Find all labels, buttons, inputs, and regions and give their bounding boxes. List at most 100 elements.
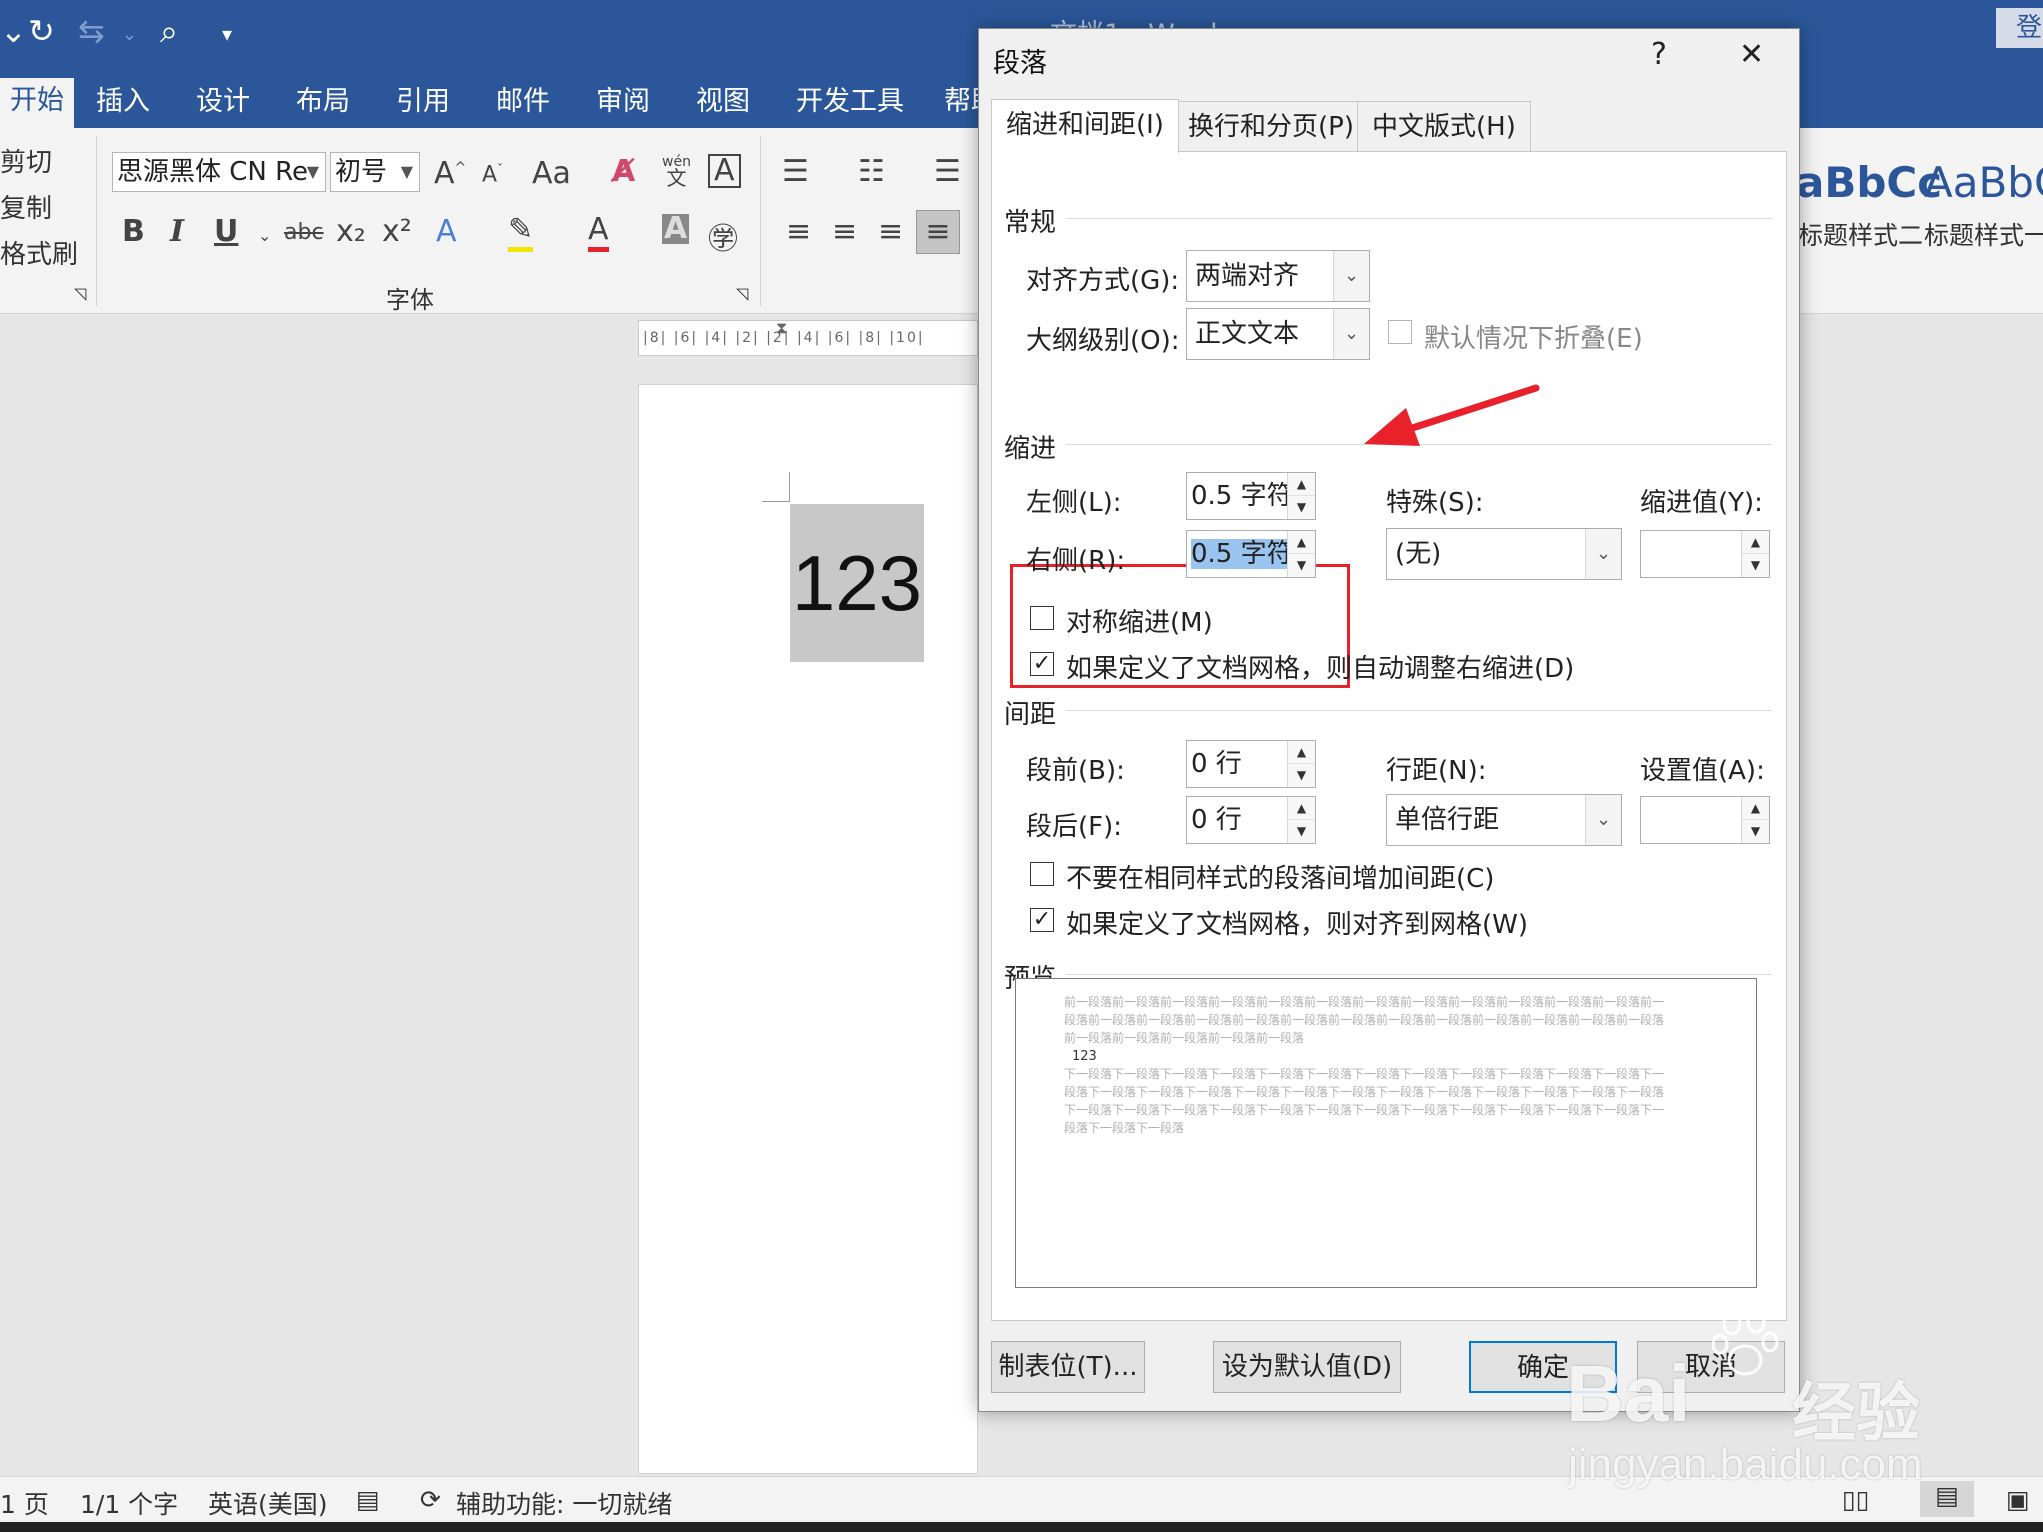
help-button[interactable]: ?: [1651, 37, 1667, 72]
snap-to-grid-checkbox[interactable]: ✓: [1030, 908, 1054, 932]
italic-button[interactable]: I: [170, 214, 184, 249]
tab-home[interactable]: 开始: [0, 78, 74, 128]
tab-design[interactable]: 设计: [196, 82, 250, 122]
font-size-combo[interactable]: 初号 ▼: [330, 152, 420, 192]
customize-qat-icon[interactable]: ▾: [222, 22, 232, 46]
superscript-button[interactable]: x²: [382, 214, 412, 249]
spin-up-icon[interactable]: ▲: [1287, 473, 1315, 496]
underline-button[interactable]: U: [214, 214, 238, 249]
accessibility-icon[interactable]: ⟳: [420, 1485, 441, 1514]
paragraph-dialog: 段落 ? ✕ 缩进和间距(I) 换行和分页(P) 中文版式(H) 常规 对齐方式…: [978, 28, 1800, 1412]
grow-font-icon[interactable]: A^: [434, 156, 466, 191]
touch-mode-icon[interactable]: ⇆: [78, 12, 105, 50]
collapse-label: 默认情况下折叠(E): [1424, 324, 1643, 354]
print-preview-icon[interactable]: ⌕: [160, 12, 178, 51]
character-border-button[interactable]: A: [708, 154, 741, 188]
right-indent-spinner[interactable]: 0.5 字符 ▲ ▼: [1186, 530, 1316, 578]
set-default-button[interactable]: 设为默认值(D): [1213, 1341, 1401, 1393]
word-count[interactable]: 1/1 个字: [80, 1485, 178, 1521]
spin-up-icon[interactable]: ▲: [1287, 797, 1315, 820]
alignment-dropdown[interactable]: 两端对齐 ⌄: [1186, 250, 1370, 302]
qat-dropdown-icon[interactable]: ⌄: [0, 12, 27, 50]
align-left-icon[interactable]: ≡: [786, 214, 811, 249]
general-header: 常规: [1004, 208, 1057, 238]
language[interactable]: 英语(美国): [208, 1485, 328, 1521]
spin-up-icon[interactable]: ▲: [1287, 531, 1315, 554]
font-name-combo[interactable]: 思源黑体 CN Re ▼: [112, 152, 326, 192]
subscript-button[interactable]: x₂: [336, 214, 366, 249]
align-right-icon[interactable]: ≡: [878, 214, 903, 249]
strikethrough-button[interactable]: abc: [284, 220, 324, 245]
copy-button[interactable]: 复制: [0, 188, 52, 225]
line-spacing-dropdown[interactable]: 单倍行距 ⌄: [1386, 794, 1622, 846]
phonetic-guide-icon[interactable]: wén 文: [662, 154, 691, 189]
arrow-shaft: [1396, 384, 1540, 436]
touch-mode-dropdown-icon[interactable]: ⌄: [122, 24, 137, 45]
change-case-button[interactable]: Aa: [532, 156, 571, 191]
spin-down-icon[interactable]: ▼: [1287, 554, 1315, 577]
font-color-icon[interactable]: A: [588, 212, 609, 252]
multilevel-list-icon[interactable]: ☰: [934, 154, 961, 189]
outline-level-dropdown[interactable]: 正文文本 ⌄: [1186, 308, 1370, 360]
space-after-spinner[interactable]: 0 行 ▲ ▼: [1186, 796, 1316, 844]
bullets-icon[interactable]: ☰: [782, 154, 809, 189]
format-painter-button[interactable]: 格式刷: [0, 234, 78, 271]
spin-up-icon[interactable]: ▲: [1287, 741, 1315, 764]
cut-button[interactable]: 剪切: [0, 142, 52, 179]
tab-mailings[interactable]: 邮件: [496, 82, 550, 122]
close-button[interactable]: ✕: [1739, 37, 1764, 72]
indent-marker-icon[interactable]: ⧗: [776, 318, 787, 338]
spin-down-icon[interactable]: ▼: [1287, 764, 1315, 787]
style-preview-heading1[interactable]: AaBbC: [1924, 158, 2043, 207]
collapse-checkbox[interactable]: [1388, 320, 1412, 344]
space-before-spinner[interactable]: 0 行 ▲ ▼: [1186, 740, 1316, 788]
sign-in-button[interactable]: 登录: [1996, 8, 2043, 83]
redo-icon[interactable]: ↻: [28, 12, 55, 50]
tab-developer[interactable]: 开发工具: [796, 82, 904, 122]
horizontal-ruler[interactable]: |8| |6| |4| |2| |2| |4| |6| |8| |10|: [638, 320, 978, 356]
tab-view[interactable]: 视图: [696, 82, 750, 122]
mirror-indents-checkbox[interactable]: [1030, 606, 1054, 630]
spin-up-icon[interactable]: ▲: [1741, 531, 1769, 554]
clear-formatting-icon[interactable]: A̸: [612, 154, 635, 189]
indent-by-spinner[interactable]: ▲ ▼: [1640, 530, 1770, 578]
tab-line-page-breaks[interactable]: 换行和分页(P): [1173, 101, 1369, 151]
left-indent-spinner[interactable]: 0.5 字符 ▲ ▼: [1186, 472, 1316, 520]
style-preview-heading2[interactable]: aBbCc: [1796, 158, 1942, 207]
spin-up-icon[interactable]: ▲: [1741, 797, 1769, 820]
numbering-icon[interactable]: ☷: [858, 154, 885, 189]
special-indent-dropdown[interactable]: (无) ⌄: [1386, 528, 1622, 580]
tab-indents-spacing[interactable]: 缩进和间距(I): [991, 99, 1179, 153]
tab-references[interactable]: 引用: [396, 82, 450, 122]
spin-down-icon[interactable]: ▼: [1741, 554, 1769, 577]
tab-layout[interactable]: 布局: [296, 82, 350, 122]
font-launcher-icon[interactable]: ◹: [736, 284, 748, 303]
tab-review[interactable]: 审阅: [596, 82, 650, 122]
outline-level-value: 正文文本: [1195, 319, 1300, 349]
chevron-down-icon[interactable]: ⌄: [258, 226, 271, 245]
highlight-color-icon[interactable]: ✎: [508, 212, 534, 252]
spacing-at-spinner[interactable]: ▲ ▼: [1640, 796, 1770, 844]
spin-down-icon[interactable]: ▼: [1287, 820, 1315, 843]
auto-right-indent-checkbox[interactable]: ✓: [1030, 652, 1054, 676]
tab-insert[interactable]: 插入: [96, 82, 150, 122]
enclose-characters-icon[interactable]: ㊫: [708, 214, 738, 258]
print-layout-icon[interactable]: ▤: [1920, 1481, 1974, 1517]
selected-text[interactable]: 123: [790, 504, 924, 662]
web-layout-icon[interactable]: ▣: [2006, 1485, 2030, 1514]
no-space-same-style-checkbox[interactable]: [1030, 862, 1054, 886]
align-center-icon[interactable]: ≡: [832, 214, 857, 249]
clipboard-launcher-icon[interactable]: ◹: [74, 284, 86, 303]
tabs-button[interactable]: 制表位(T)...: [991, 1341, 1145, 1393]
tab-asian-typography[interactable]: 中文版式(H): [1357, 101, 1531, 151]
justify-icon[interactable]: ≡: [916, 210, 960, 254]
character-shading-icon[interactable]: A: [662, 214, 690, 244]
shrink-font-icon[interactable]: Aˇ: [482, 162, 503, 187]
spin-down-icon[interactable]: ▼: [1741, 820, 1769, 843]
spin-down-icon[interactable]: ▼: [1287, 496, 1315, 519]
accessibility-status[interactable]: 辅助功能: 一切就绪: [456, 1485, 672, 1521]
text-effects-icon[interactable]: A: [436, 214, 457, 249]
page-count[interactable]: 1 页: [0, 1485, 49, 1521]
bold-button[interactable]: B: [122, 214, 145, 249]
track-changes-icon[interactable]: ▤: [356, 1485, 380, 1514]
